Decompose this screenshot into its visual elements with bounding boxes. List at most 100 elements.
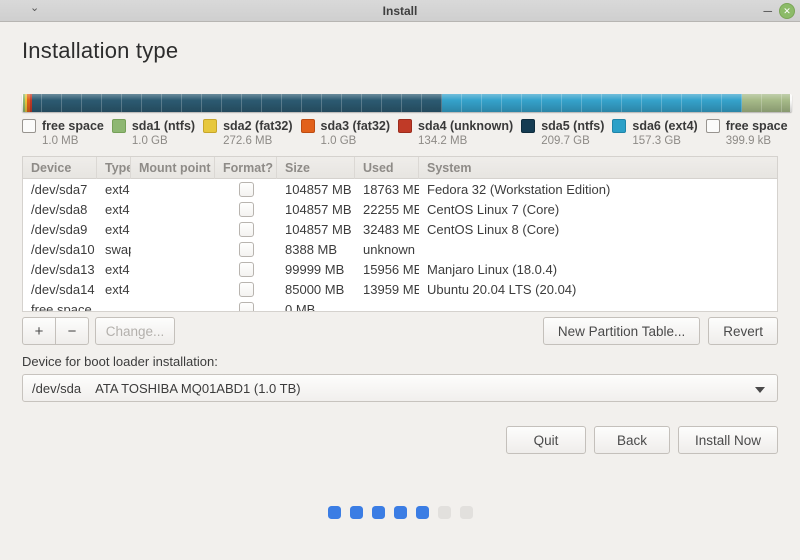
legend-swatch: [300, 119, 315, 133]
progress-dot: [459, 506, 473, 519]
cell-system: Fedora 32 (Workstation Edition): [427, 181, 611, 197]
cell-size: 104857 MB: [285, 201, 352, 217]
cell-type: ext4: [105, 261, 130, 277]
legend-swatch: [22, 119, 36, 133]
partition-bar: [22, 94, 792, 112]
cell-size: 85000 MB: [285, 281, 345, 297]
cell-size: 104857 MB: [285, 221, 352, 237]
new-partition-table-button[interactable]: New Partition Table...: [542, 317, 701, 345]
progress-dot: [349, 506, 363, 519]
cell-format: [215, 181, 277, 197]
titlebar: ⌄ Install ─ ✕: [0, 0, 800, 22]
cell-format: [215, 201, 277, 217]
partition-bar-segment[interactable]: [742, 94, 790, 112]
column-header[interactable]: Mount point: [131, 157, 215, 179]
cell-system: CentOS Linux 8 (Core): [427, 221, 560, 237]
cell-size: 99999 MB: [285, 261, 345, 277]
column-header[interactable]: Type: [97, 157, 131, 179]
legend-size: 209.7 GB: [541, 135, 590, 147]
cell-device: /dev/sda14: [31, 281, 95, 297]
remove-partition-button[interactable]: −: [55, 317, 89, 345]
legend-label: sda4 (unknown): [418, 119, 514, 133]
table-row[interactable]: /dev/sda7 ext4 104857 MB 18763 MB Fedora 32 …: [23, 179, 777, 199]
cell-used: 32483 MB: [363, 221, 419, 237]
legend-swatch: [111, 119, 126, 133]
format-checkbox[interactable]: [238, 201, 254, 217]
format-checkbox[interactable]: [238, 181, 254, 197]
cell-type: ext4: [105, 181, 130, 197]
install-window: ⌄ Install ─ ✕ Installation type free spa…: [0, 0, 800, 560]
partition-bar-segment[interactable]: [790, 94, 792, 112]
cell-type: ext4: [105, 281, 130, 297]
column-header[interactable]: Used: [355, 157, 419, 179]
partition-table[interactable]: Device Type Mount point Format? Size Used Syst…: [22, 156, 778, 312]
format-checkbox[interactable]: [238, 261, 254, 277]
cell-used: unknown: [363, 241, 416, 257]
quit-button[interactable]: Quit: [506, 426, 586, 454]
legend-label: sda1 (ntfs): [131, 119, 196, 133]
change-partition-button[interactable]: Change...: [95, 317, 175, 345]
legend-item: sda1 (ntfs) 1.0 GB: [111, 119, 196, 147]
legend-size: 134.2 MB: [418, 135, 468, 147]
format-checkbox[interactable]: [238, 221, 254, 237]
legend-size: 399.9 kB: [725, 135, 772, 147]
legend-size: 1.0 MB: [42, 135, 79, 147]
revert-button[interactable]: Revert: [708, 317, 778, 345]
format-checkbox[interactable]: [238, 241, 254, 257]
legend-label: sda2 (fat32): [223, 119, 293, 133]
wizard-progress-dots: [22, 506, 778, 519]
column-header[interactable]: Size: [277, 157, 355, 179]
format-checkbox[interactable]: [238, 281, 254, 297]
chevron-down-icon: [755, 387, 765, 393]
add-partition-button[interactable]: +: [22, 317, 56, 345]
table-row[interactable]: /dev/sda9 ext4 104857 MB 32483 MB CentOS Lin…: [23, 219, 777, 239]
legend-item: free space 1.0 MB: [22, 119, 104, 147]
partition-actions: + − Change... New Partition Table... Rev…: [22, 317, 778, 345]
page-title: Installation type: [22, 38, 179, 63]
column-header[interactable]: Format?: [215, 157, 277, 179]
cell-size: 104857 MB: [285, 181, 352, 197]
cell-device: /dev/sda8: [31, 201, 88, 217]
legend-item: sda6 (ext4) 157.3 GB: [612, 119, 698, 147]
partition-bar-segment[interactable]: [32, 94, 442, 112]
cell-device: free space: [31, 301, 92, 312]
progress-dot: [327, 506, 341, 519]
legend-item: free space 399.9 kB: [705, 119, 788, 147]
table-row[interactable]: free space 0 MB: [23, 299, 777, 312]
table-row[interactable]: /dev/sda10 swap 8388 MB unknown: [23, 239, 777, 259]
format-checkbox[interactable]: [238, 301, 254, 311]
table-row[interactable]: /dev/sda14 ext4 85000 MB 13959 MB Ubuntu 20.…: [23, 279, 777, 299]
minimize-button[interactable]: ─: [763, 0, 772, 22]
table-header: Device Type Mount point Format? Size Used Syst…: [23, 157, 777, 179]
cell-device: /dev/sda9: [31, 221, 88, 237]
cell-device: /dev/sda13: [31, 261, 95, 277]
table-row[interactable]: /dev/sda13 ext4 99999 MB 15956 MB Manjaro Li…: [23, 259, 777, 279]
legend-size: 1.0 GB: [320, 135, 357, 147]
cell-format: [215, 241, 277, 257]
legend-label: free space: [725, 119, 788, 133]
cell-used: 13959 MB: [363, 281, 419, 297]
cell-device: /dev/sda7: [31, 181, 88, 197]
legend-label: sda5 (ntfs): [541, 119, 605, 133]
column-header[interactable]: Device: [23, 157, 97, 179]
close-button[interactable]: ✕: [779, 3, 795, 19]
legend-label: sda3 (fat32): [320, 119, 391, 133]
progress-dot: [371, 506, 385, 519]
legend-item: sda3 (fat32) 1.0 GB: [300, 119, 391, 147]
cell-device: /dev/sda10: [31, 241, 95, 257]
partition-bar-segment[interactable]: [442, 94, 742, 112]
table-body: /dev/sda7 ext4 104857 MB 18763 MB Fedora 32 …: [23, 179, 777, 312]
cell-type: ext4: [105, 201, 130, 217]
progress-dot: [415, 506, 429, 519]
install-now-button[interactable]: Install Now: [678, 426, 778, 454]
back-button[interactable]: Back: [594, 426, 670, 454]
bootloader-device-dropdown[interactable]: /dev/sda ATA TOSHIBA MQ01ABD1 (1.0 TB): [22, 374, 778, 402]
legend-label: sda6 (ext4): [632, 119, 698, 133]
table-row[interactable]: /dev/sda8 ext4 104857 MB 22255 MB CentOS Lin…: [23, 199, 777, 219]
column-header[interactable]: System: [419, 157, 777, 179]
legend-swatch: [705, 119, 720, 133]
cell-system: Manjaro Linux (18.0.4): [427, 261, 558, 277]
legend-size: 272.6 MB: [223, 135, 273, 147]
window-menu-icon[interactable]: ⌄: [30, 1, 39, 14]
window-title: Install: [382, 3, 418, 18]
